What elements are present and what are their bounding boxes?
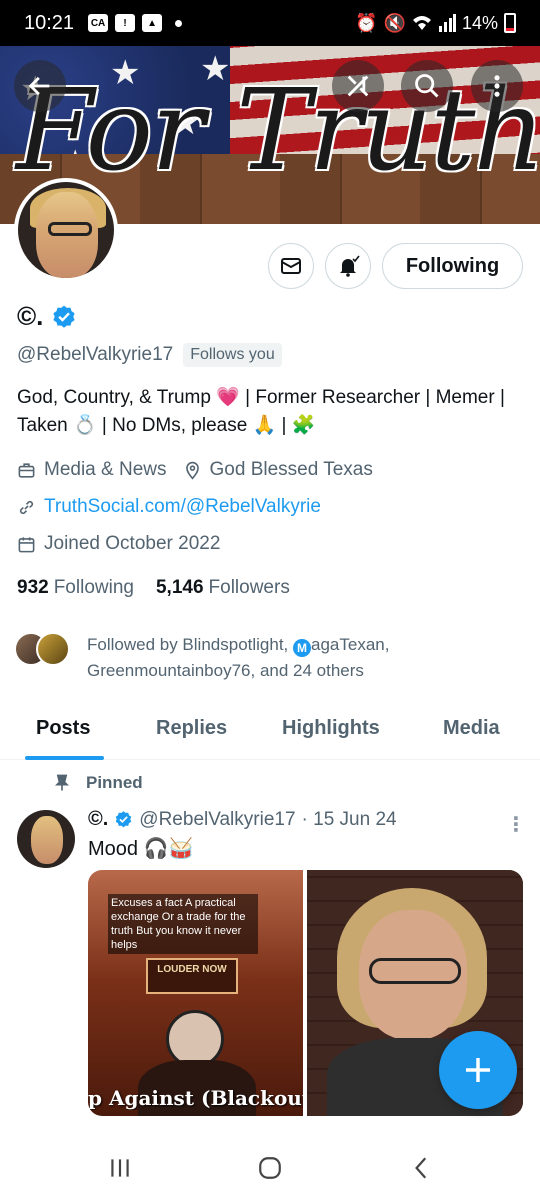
back-nav-button[interactable] (408, 1154, 436, 1182)
m-badge-icon: M (293, 639, 312, 657)
alert-icon: ! (115, 14, 136, 32)
bell-check-icon (340, 255, 360, 277)
more-icon (494, 75, 500, 97)
battery-percent: 14% (461, 12, 498, 33)
post-author-handle[interactable]: @RebelValkyrie17 (139, 809, 295, 831)
post-media-video[interactable]: Excuses a fact A practical exchange Or a… (88, 870, 303, 1116)
recents-icon (111, 1159, 129, 1177)
media-sign: LOUDER NOW (146, 958, 238, 994)
display-name: ©. (17, 301, 44, 331)
followers-label: Followers (208, 577, 290, 598)
avatar (36, 632, 70, 666)
tab-replies[interactable]: Replies (156, 717, 227, 740)
following-label: Following (53, 577, 134, 598)
dot-icon (175, 19, 183, 27)
home-button[interactable] (256, 1154, 284, 1182)
post-text: Mood 🎧🥁 (88, 838, 194, 860)
alarm-icon: ⏰ (355, 12, 378, 33)
status-time: 10:21 (24, 11, 75, 34)
wifi-icon (412, 16, 431, 30)
profile-category: Media & News (44, 459, 167, 480)
tab-media[interactable]: Media (443, 717, 500, 740)
system-nav-bar (0, 1136, 540, 1199)
notifications-button[interactable] (325, 243, 371, 289)
profile-bio: God, Country, & Trump 💗 | Former Researc… (17, 387, 505, 436)
followers-count: 5,146 (155, 577, 204, 598)
media-caption: Excuses a fact A practical exchange Or a… (108, 894, 258, 954)
calendar-icon (18, 536, 35, 552)
mute-icon: 🔇 (383, 12, 406, 33)
profile-avatar[interactable] (14, 178, 118, 282)
carrier-icon: CA (88, 14, 109, 32)
back-button[interactable] (14, 60, 66, 112)
profile-joined-row: Joined October 2022 (17, 533, 220, 555)
image-icon: ▲ (142, 14, 163, 32)
recents-button[interactable] (106, 1154, 134, 1182)
search-button[interactable] (401, 60, 453, 112)
message-button[interactable] (268, 243, 314, 289)
pin-icon (54, 774, 70, 791)
followed-by-text[interactable]: Followed by Blindspotlight, MagaTexan, G… (87, 632, 527, 684)
follows-you-badge: Follows you (183, 343, 282, 367)
pinned-label: Pinned (86, 773, 143, 792)
pinned-label-row: Pinned (52, 773, 143, 793)
back-arrow-icon (28, 76, 50, 96)
tab-highlights[interactable]: Highlights (282, 717, 380, 740)
media-subtitle: p Against (Blackout (88, 1086, 303, 1110)
following-count-link[interactable]: 932 Following (17, 577, 134, 599)
link-icon (19, 500, 34, 514)
post-author-avatar[interactable] (17, 810, 75, 868)
profile-handle: @RebelValkyrie17 (17, 344, 174, 365)
post-more-icon[interactable]: ⋮ (506, 812, 526, 837)
tab-indicator (25, 756, 104, 760)
banner-title: For Truth (16, 66, 540, 196)
search-icon (415, 74, 439, 98)
plus-icon (466, 1058, 490, 1082)
compose-button[interactable] (439, 1031, 517, 1109)
post-date[interactable]: · 15 Jun 24 (302, 809, 397, 831)
location-icon (185, 461, 199, 480)
verified-badge-icon (116, 811, 132, 828)
grok-button[interactable] (332, 60, 384, 112)
mail-icon (281, 258, 301, 274)
followed-by-avatars[interactable] (14, 632, 70, 666)
verified-badge-icon (53, 305, 76, 328)
post-header: ©. @RebelValkyrie17 · 15 Jun 24 (88, 808, 397, 831)
grok-icon (347, 75, 369, 97)
profile-website-link[interactable]: TruthSocial.com/@RebelValkyrie (44, 496, 321, 518)
following-count: 932 (17, 577, 49, 598)
profile-meta-row: Media & News God Blessed Texas (17, 459, 373, 481)
profile-joined: Joined October 2022 (44, 533, 221, 554)
status-bar: 10:21 CA ! ▲ ⏰ 🔇 14% (0, 0, 540, 46)
profile-stats: 932 Following 5,146 Followers (17, 577, 290, 599)
briefcase-icon (18, 462, 35, 478)
post-author-name[interactable]: ©. (88, 808, 108, 831)
following-button[interactable]: Following (382, 243, 523, 289)
home-icon (259, 1157, 281, 1179)
more-button[interactable] (471, 60, 523, 112)
followers-count-link[interactable]: 5,146 Followers (156, 577, 290, 599)
signal-icon (438, 14, 456, 32)
tab-posts[interactable]: Posts (36, 717, 90, 740)
chevron-left-icon (415, 1157, 427, 1179)
battery-icon (504, 13, 516, 33)
profile-tabs: Posts Replies Highlights Media (0, 703, 540, 760)
profile-website-row: TruthSocial.com/@RebelValkyrie (17, 496, 321, 518)
profile-location: God Blessed Texas (209, 459, 373, 480)
